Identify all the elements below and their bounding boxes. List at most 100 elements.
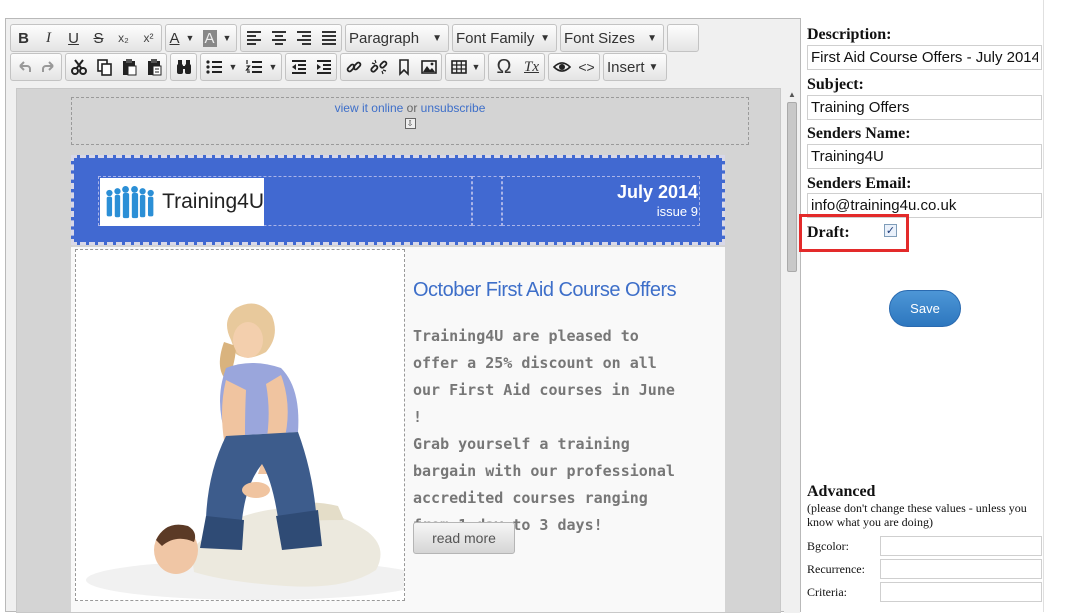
redo-button[interactable] — [36, 55, 61, 79]
numbered-list-icon — [244, 60, 262, 73]
subscript-button[interactable]: x₂ — [111, 26, 136, 50]
find-replace-button[interactable] — [171, 55, 196, 79]
font-family-dropdown[interactable]: Font Family ▼ — [452, 24, 557, 52]
senders-name-label: Senders Name: — [807, 125, 911, 142]
recurrence-field[interactable] — [880, 559, 1042, 579]
paste-text-icon — [147, 59, 161, 76]
special-character-button[interactable]: Ω — [489, 55, 519, 79]
scroll-thumb[interactable] — [787, 102, 797, 272]
align-justify-icon — [321, 31, 336, 45]
chevron-down-icon: ▼ — [471, 62, 481, 72]
clear-formatting-button[interactable]: Tx — [519, 55, 544, 79]
undo-button[interactable] — [11, 55, 36, 79]
insert-dropdown[interactable]: Insert ▼ — [603, 53, 667, 81]
bullet-list-button[interactable]: ▼ — [201, 55, 241, 79]
underline-button[interactable]: U — [61, 26, 86, 50]
unlink-icon — [369, 59, 387, 75]
or-text: or — [406, 101, 418, 115]
table-icon — [450, 60, 467, 74]
scroll-up-arrow-icon[interactable]: ▲ — [784, 88, 800, 102]
anchor-button[interactable] — [391, 55, 416, 79]
numbered-list-button[interactable]: ▼ — [241, 55, 281, 79]
empty-toolbar-button[interactable] — [667, 24, 699, 52]
font-size-label: Font Sizes — [564, 29, 635, 47]
source-code-button[interactable]: <> — [574, 55, 599, 79]
unsubscribe-link[interactable]: unsubscribe — [421, 101, 486, 115]
editor-scrollbar[interactable]: ▲ — [784, 88, 800, 613]
save-button[interactable]: Save — [889, 290, 961, 327]
align-right-icon — [296, 31, 311, 45]
align-center-icon — [271, 31, 286, 45]
align-center-button[interactable] — [266, 26, 291, 50]
font-family-label: Font Family — [456, 29, 535, 47]
first-aid-photo[interactable] — [75, 249, 405, 601]
insert-image-button[interactable] — [416, 55, 441, 79]
font-size-dropdown[interactable]: Font Sizes ▼ — [560, 24, 664, 52]
paragraph-format-dropdown[interactable]: Paragraph ▼ — [345, 24, 449, 52]
subject-field[interactable] — [807, 95, 1042, 120]
align-justify-button[interactable] — [316, 26, 341, 50]
italic-button[interactable]: I — [36, 26, 61, 50]
anchor-marker-icon[interactable]: ⇩ — [404, 118, 416, 129]
description-field[interactable] — [807, 45, 1042, 70]
brand-name: Training4U — [162, 190, 264, 213]
newsletter-month: July 2014 — [616, 182, 698, 202]
undo-icon — [18, 61, 31, 72]
chevron-down-icon: ▼ — [648, 61, 659, 73]
indent-icon — [316, 60, 331, 74]
cut-button[interactable] — [66, 55, 91, 79]
newsletter-header: Training4U July 2014 issue 9 — [71, 155, 725, 245]
chevron-down-icon: ▼ — [185, 33, 195, 43]
bold-button[interactable]: B — [11, 26, 36, 50]
chevron-down-icon: ▼ — [268, 62, 278, 72]
text-color-button[interactable]: A ▼ — [166, 26, 198, 50]
chevron-down-icon: ▼ — [228, 62, 238, 72]
checkmark-icon: ✓ — [885, 224, 896, 237]
paste-button[interactable] — [116, 55, 141, 79]
link-icon — [346, 61, 361, 73]
offer-text-cell: October First Aid Course Offers Training… — [411, 247, 721, 612]
unlink-button[interactable] — [366, 55, 391, 79]
background-color-button[interactable]: A ▼ — [198, 26, 236, 50]
superscript-button[interactable]: x² — [136, 26, 161, 50]
preview-button[interactable] — [549, 55, 574, 79]
copy-button[interactable] — [91, 55, 116, 79]
paste-text-button[interactable] — [141, 55, 166, 79]
criteria-field[interactable] — [880, 582, 1042, 602]
image-icon — [420, 60, 437, 74]
draft-label: Draft: — [807, 224, 850, 241]
criteria-label: Criteria: — [807, 585, 847, 599]
senders-email-label: Senders Email: — [807, 175, 912, 192]
rich-text-editor: B I U S x₂ x² A ▼ A ▼ Paragraph ▼ Font F… — [5, 18, 801, 613]
editor-canvas[interactable]: view it online or unsubscribe ⇩ Training… — [16, 88, 781, 613]
text-color-icon: A — [169, 29, 180, 47]
insert-link-button[interactable] — [341, 55, 366, 79]
indent-button[interactable] — [311, 55, 336, 79]
paragraph-format-label: Paragraph — [349, 29, 420, 47]
offer-body: Training4U are pleased to offer a 25% di… — [413, 323, 688, 539]
bgcolor-label: Bgcolor: — [807, 539, 849, 553]
advanced-heading: Advanced — [807, 483, 876, 500]
strikethrough-button[interactable]: S — [86, 26, 111, 50]
clear-formatting-icon: Tx — [524, 58, 539, 75]
read-more-button[interactable]: read more — [413, 522, 515, 554]
copy-icon — [96, 59, 112, 76]
outdent-button[interactable] — [286, 55, 311, 79]
background-color-icon: A — [202, 29, 217, 47]
eye-icon — [552, 62, 571, 72]
subject-label: Subject: — [807, 76, 864, 93]
view-online-link[interactable]: view it online — [335, 101, 404, 115]
align-left-button[interactable] — [241, 26, 266, 50]
senders-name-field[interactable] — [807, 144, 1042, 169]
scissors-icon — [70, 59, 87, 75]
insert-table-button[interactable]: ▼ — [446, 55, 484, 79]
chevron-down-icon: ▼ — [540, 32, 550, 44]
align-right-button[interactable] — [291, 26, 316, 50]
campaign-settings-panel: Description: Subject: Senders Name: Send… — [799, 0, 1065, 612]
offer-paragraph-discount: Training4U are pleased to offer a 25% di… — [413, 327, 675, 426]
redo-icon — [41, 61, 54, 72]
draft-checkbox[interactable]: ✓ — [884, 224, 897, 237]
outdent-icon — [291, 60, 306, 74]
bgcolor-field[interactable] — [880, 536, 1042, 556]
newsletter-content: October First Aid Course Offers Training… — [71, 247, 725, 612]
